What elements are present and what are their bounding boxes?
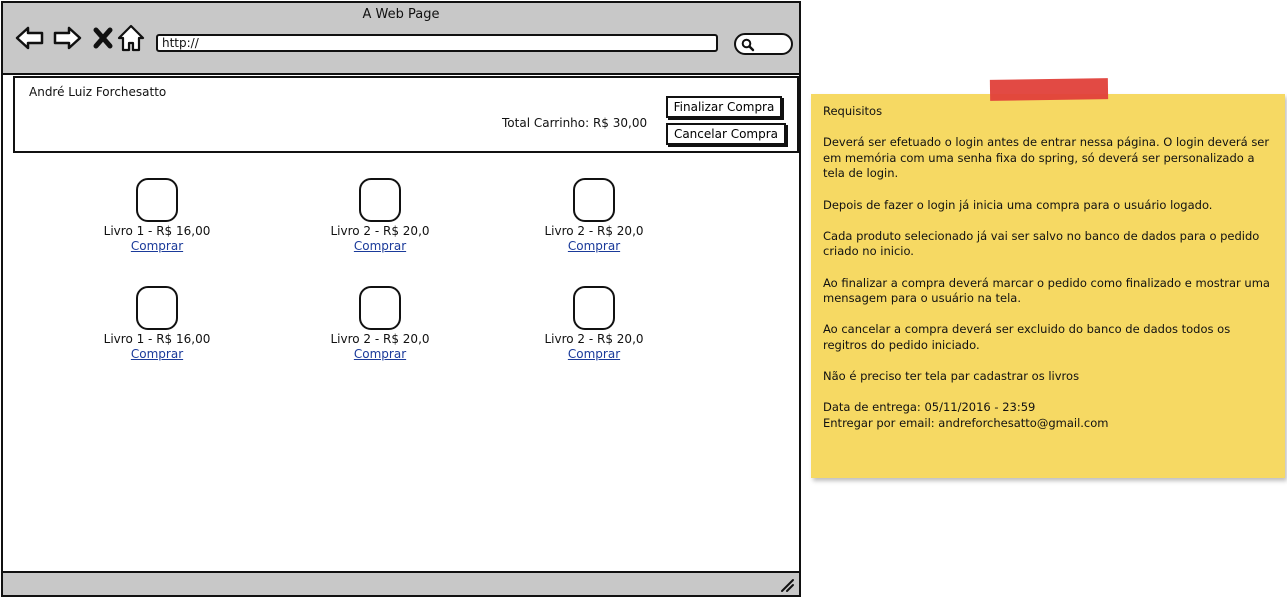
product-card: Livro 2 - R$ 20,0 Comprar <box>300 286 460 362</box>
product-label: Livro 2 - R$ 20,0 <box>330 224 430 238</box>
buy-link[interactable]: Comprar <box>300 239 460 254</box>
search-icon <box>741 38 755 52</box>
browser-toolbar: A Web Page http:// <box>3 3 799 75</box>
finalize-purchase-button[interactable]: Finalizar Compra <box>666 96 782 118</box>
product-image <box>359 178 401 222</box>
forward-arrow-icon[interactable] <box>52 23 82 53</box>
back-arrow-icon[interactable] <box>15 23 45 53</box>
product-image <box>136 178 178 222</box>
note-paragraph: Não é preciso ter tela par cadastrar os … <box>823 369 1080 384</box>
close-x-icon[interactable] <box>89 23 119 53</box>
product-image <box>573 286 615 330</box>
user-name: André Luiz Forchesatto <box>29 85 167 99</box>
buy-link[interactable]: Comprar <box>77 347 237 362</box>
buy-link[interactable]: Comprar <box>77 239 237 254</box>
product-label: Livro 2 - R$ 20,0 <box>544 224 644 238</box>
tape-strip <box>989 78 1109 101</box>
buy-link[interactable]: Comprar <box>514 347 674 362</box>
requirements-sticky-note: Requisitos Deverá ser efetuado o login a… <box>811 94 1285 478</box>
note-paragraph: Ao cancelar a compra deverá ser excluido… <box>823 322 1231 352</box>
cart-header-panel: André Luiz Forchesatto Total Carrinho: R… <box>13 76 799 153</box>
product-card: Livro 2 - R$ 20,0 Comprar <box>514 178 674 254</box>
product-card: Livro 2 - R$ 20,0 Comprar <box>514 286 674 362</box>
product-label: Livro 2 - R$ 20,0 <box>330 332 430 346</box>
buy-link[interactable]: Comprar <box>300 347 460 362</box>
home-icon[interactable] <box>116 23 146 53</box>
search-input[interactable] <box>734 33 793 55</box>
url-input[interactable]: http:// <box>156 34 718 52</box>
product-label: Livro 2 - R$ 20,0 <box>544 332 644 346</box>
product-image <box>136 286 178 330</box>
note-paragraph: Cada produto selecionado já vai ser salv… <box>823 228 1260 259</box>
buy-link[interactable]: Comprar <box>514 239 674 254</box>
product-card: Livro 2 - R$ 20,0 Comprar <box>300 178 460 254</box>
delivery-email: Entregar por email: andreforchesatto@gma… <box>823 415 1109 430</box>
status-bar <box>3 571 799 595</box>
note-paragraph: Depois de fazer o login já inicia uma co… <box>823 197 1213 212</box>
resize-grip-icon[interactable] <box>779 577 795 593</box>
product-label: Livro 1 - R$ 16,00 <box>103 332 211 346</box>
note-paragraph: Deverá ser efetuado o login antes de ent… <box>823 135 1270 181</box>
product-image <box>573 178 615 222</box>
cancel-purchase-button[interactable]: Cancelar Compra <box>666 123 786 145</box>
product-card: Livro 1 - R$ 16,00 Comprar <box>77 286 237 362</box>
window-title: A Web Page <box>362 7 440 22</box>
delivery-date: Data de entrega: 05/11/2016 - 23:59 <box>823 400 1036 415</box>
product-image <box>359 286 401 330</box>
product-card: Livro 1 - R$ 16,00 Comprar <box>77 178 237 254</box>
note-paragraph: Ao finalizar a compra deverá marcar o pe… <box>823 275 1270 306</box>
product-label: Livro 1 - R$ 16,00 <box>103 224 211 238</box>
note-title: Requisitos <box>823 104 883 118</box>
cart-total: Total Carrinho: R$ 30,00 <box>502 116 648 130</box>
note-body: Requisitos Deverá ser efetuado o login a… <box>823 104 1273 431</box>
